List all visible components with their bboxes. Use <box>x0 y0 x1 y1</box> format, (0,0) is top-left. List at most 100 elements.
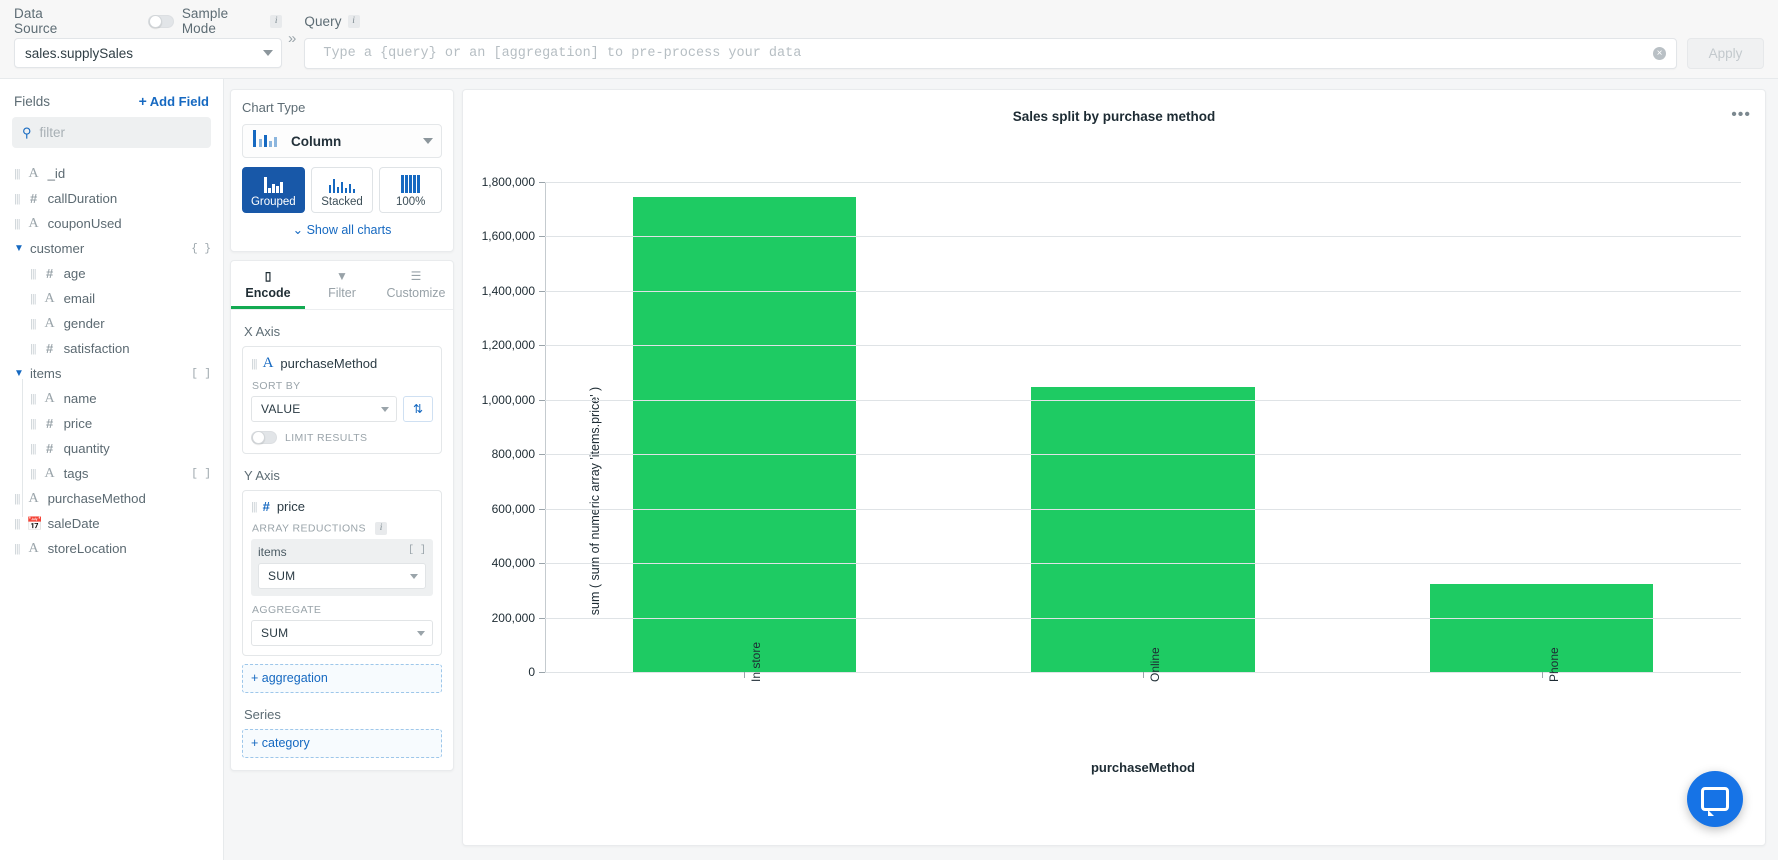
drag-handle-icon[interactable]: ||| <box>30 468 37 480</box>
add-category-button[interactable]: + category <box>242 729 442 758</box>
drag-handle-icon[interactable]: ||| <box>14 218 21 230</box>
field-item[interactable]: ||| # quantity <box>0 436 223 461</box>
field-item[interactable]: ||| AstoreLocation <box>0 536 223 561</box>
query-placeholder: Type a {query} or an [aggregation] to pr… <box>323 46 802 61</box>
x-axis-field-chip[interactable]: ||| A purchaseMethod <box>251 354 433 378</box>
string-type-icon: A <box>44 390 55 406</box>
drag-handle-icon[interactable]: ||| <box>14 518 21 530</box>
aggregate-select[interactable]: SUM <box>251 620 433 646</box>
chart-type-select[interactable]: Column <box>242 124 442 158</box>
add-aggregation-button[interactable]: + aggregation <box>242 664 442 693</box>
field-item[interactable]: ||| 📅 saleDate <box>0 511 223 536</box>
field-label: price <box>63 416 93 431</box>
field-item[interactable]: ||| ApurchaseMethod <box>0 486 223 511</box>
y-axis-box: ||| # price ARRAY REDUCTIONS i [ ] items <box>242 490 442 656</box>
sort-by-value: VALUE <box>261 402 301 416</box>
sample-mode-label: Sample Mode <box>181 6 229 36</box>
string-type-icon: A <box>28 215 39 231</box>
query-input[interactable]: Type a {query} or an [aggregation] to pr… <box>304 38 1677 69</box>
chat-icon <box>1701 787 1729 816</box>
bar[interactable] <box>1031 386 1255 672</box>
tab-filter[interactable]: ▼ Filter <box>305 261 379 309</box>
field-item[interactable]: ||| # price <box>0 411 223 436</box>
drag-handle-icon[interactable]: ||| <box>30 318 37 330</box>
y-axis-tick <box>539 508 545 510</box>
drag-handle-icon[interactable]: ||| <box>251 501 258 513</box>
encode-card: ▯ Encode ▼ Filter ☰ Customize X Axis ||| A pu… <box>230 260 454 771</box>
drag-handle-icon[interactable]: ||| <box>14 193 21 205</box>
main-body: Fields + Add Field ⚲ filter ||| A _id ||| # ca… <box>0 79 1778 860</box>
field-label: quantity <box>63 441 110 456</box>
field-label: name <box>63 391 97 406</box>
y-axis-field-chip[interactable]: ||| # price <box>251 498 433 520</box>
limit-results-toggle[interactable] <box>251 431 277 444</box>
field-item[interactable]: ▼ customer { } <box>0 236 223 261</box>
drag-handle-icon[interactable]: ||| <box>30 393 37 405</box>
field-item[interactable]: ||| AcouponUsed <box>0 211 223 236</box>
chevron-down-icon[interactable]: ▼ <box>14 368 26 379</box>
chart-variant-stacked[interactable]: Stacked <box>310 167 374 213</box>
field-item[interactable]: ||| Atags [ ] <box>0 461 223 486</box>
drag-handle-icon[interactable]: ||| <box>30 443 37 455</box>
field-item[interactable]: ||| Agender <box>0 311 223 336</box>
number-type-icon: # <box>45 341 54 356</box>
field-filter-input[interactable]: ⚲ filter <box>12 117 211 148</box>
sort-direction-button[interactable]: ⇅ <box>403 396 433 422</box>
chart-variant-100[interactable]: 100% <box>379 167 443 213</box>
apply-button[interactable]: Apply <box>1687 38 1764 69</box>
chart-menu-button[interactable]: ••• <box>1731 106 1751 124</box>
array-reduction-select[interactable]: SUM <box>258 563 426 589</box>
data-source-select[interactable]: sales.supplySales <box>14 38 282 68</box>
field-item[interactable]: ||| Aname <box>0 386 223 411</box>
chart-variant-grouped[interactable]: Grouped <box>242 167 305 213</box>
tab-customize[interactable]: ☰ Customize <box>379 261 453 309</box>
chevron-down-icon <box>423 138 433 144</box>
y-axis-tick <box>539 236 545 238</box>
bar[interactable] <box>632 196 856 672</box>
y-axis-tick-label: 1,600,000 <box>481 229 535 244</box>
field-item[interactable]: ||| Aemail <box>0 286 223 311</box>
y-axis-tick-label: 400,000 <box>491 556 535 571</box>
add-field-button[interactable]: + Add Field <box>139 93 209 109</box>
query-label: Query <box>304 13 342 29</box>
tab-encode[interactable]: ▯ Encode <box>231 261 305 309</box>
number-type-icon: # <box>45 441 54 456</box>
drag-handle-icon[interactable]: ||| <box>30 343 37 355</box>
y-axis-tick <box>539 290 545 292</box>
clear-query-icon[interactable]: × <box>1653 47 1666 60</box>
sample-mode-toggle[interactable] <box>148 14 174 28</box>
sort-by-select[interactable]: VALUE <box>251 396 397 422</box>
number-type-icon: # <box>45 266 54 281</box>
variant-glyph <box>328 173 356 193</box>
drag-handle-icon[interactable]: ||| <box>14 493 21 505</box>
field-label: items <box>30 366 62 381</box>
query-info-icon[interactable]: i <box>347 14 360 28</box>
field-label: storeLocation <box>47 541 127 556</box>
chat-support-button[interactable] <box>1687 771 1743 827</box>
drag-handle-icon[interactable]: ||| <box>14 168 21 180</box>
show-all-charts-button[interactable]: ⌄ Show all charts <box>242 213 442 239</box>
drag-handle-icon[interactable]: ||| <box>30 293 37 305</box>
field-item[interactable]: ||| # callDuration <box>0 186 223 211</box>
array-reductions-info-icon[interactable]: i <box>375 522 388 535</box>
drag-handle-icon[interactable]: ||| <box>30 418 37 430</box>
drag-handle-icon[interactable]: ||| <box>251 358 258 370</box>
chevron-down-icon[interactable]: ▼ <box>14 243 26 254</box>
y-axis-tick <box>539 345 545 347</box>
variant-label: Stacked <box>321 196 363 208</box>
drag-handle-icon[interactable]: ||| <box>14 543 21 555</box>
series-title: Series <box>244 707 281 722</box>
collapse-panel-icon[interactable]: » <box>288 30 296 47</box>
field-item[interactable]: ||| # age <box>0 261 223 286</box>
sample-mode-info-icon[interactable]: i <box>270 14 282 28</box>
field-item[interactable]: ||| A _id <box>0 161 223 186</box>
field-label: satisfaction <box>63 341 130 356</box>
x-axis-tick <box>1541 672 1543 678</box>
column-chart-icon <box>253 130 279 152</box>
drag-handle-icon[interactable]: ||| <box>30 268 37 280</box>
bar[interactable] <box>1430 583 1654 672</box>
chevron-down-icon <box>263 50 273 56</box>
field-item[interactable]: ||| # satisfaction <box>0 336 223 361</box>
field-item[interactable]: ▼ items [ ] <box>0 361 223 386</box>
query-block: Query i Type a {query} or an [aggregatio… <box>304 8 1778 69</box>
